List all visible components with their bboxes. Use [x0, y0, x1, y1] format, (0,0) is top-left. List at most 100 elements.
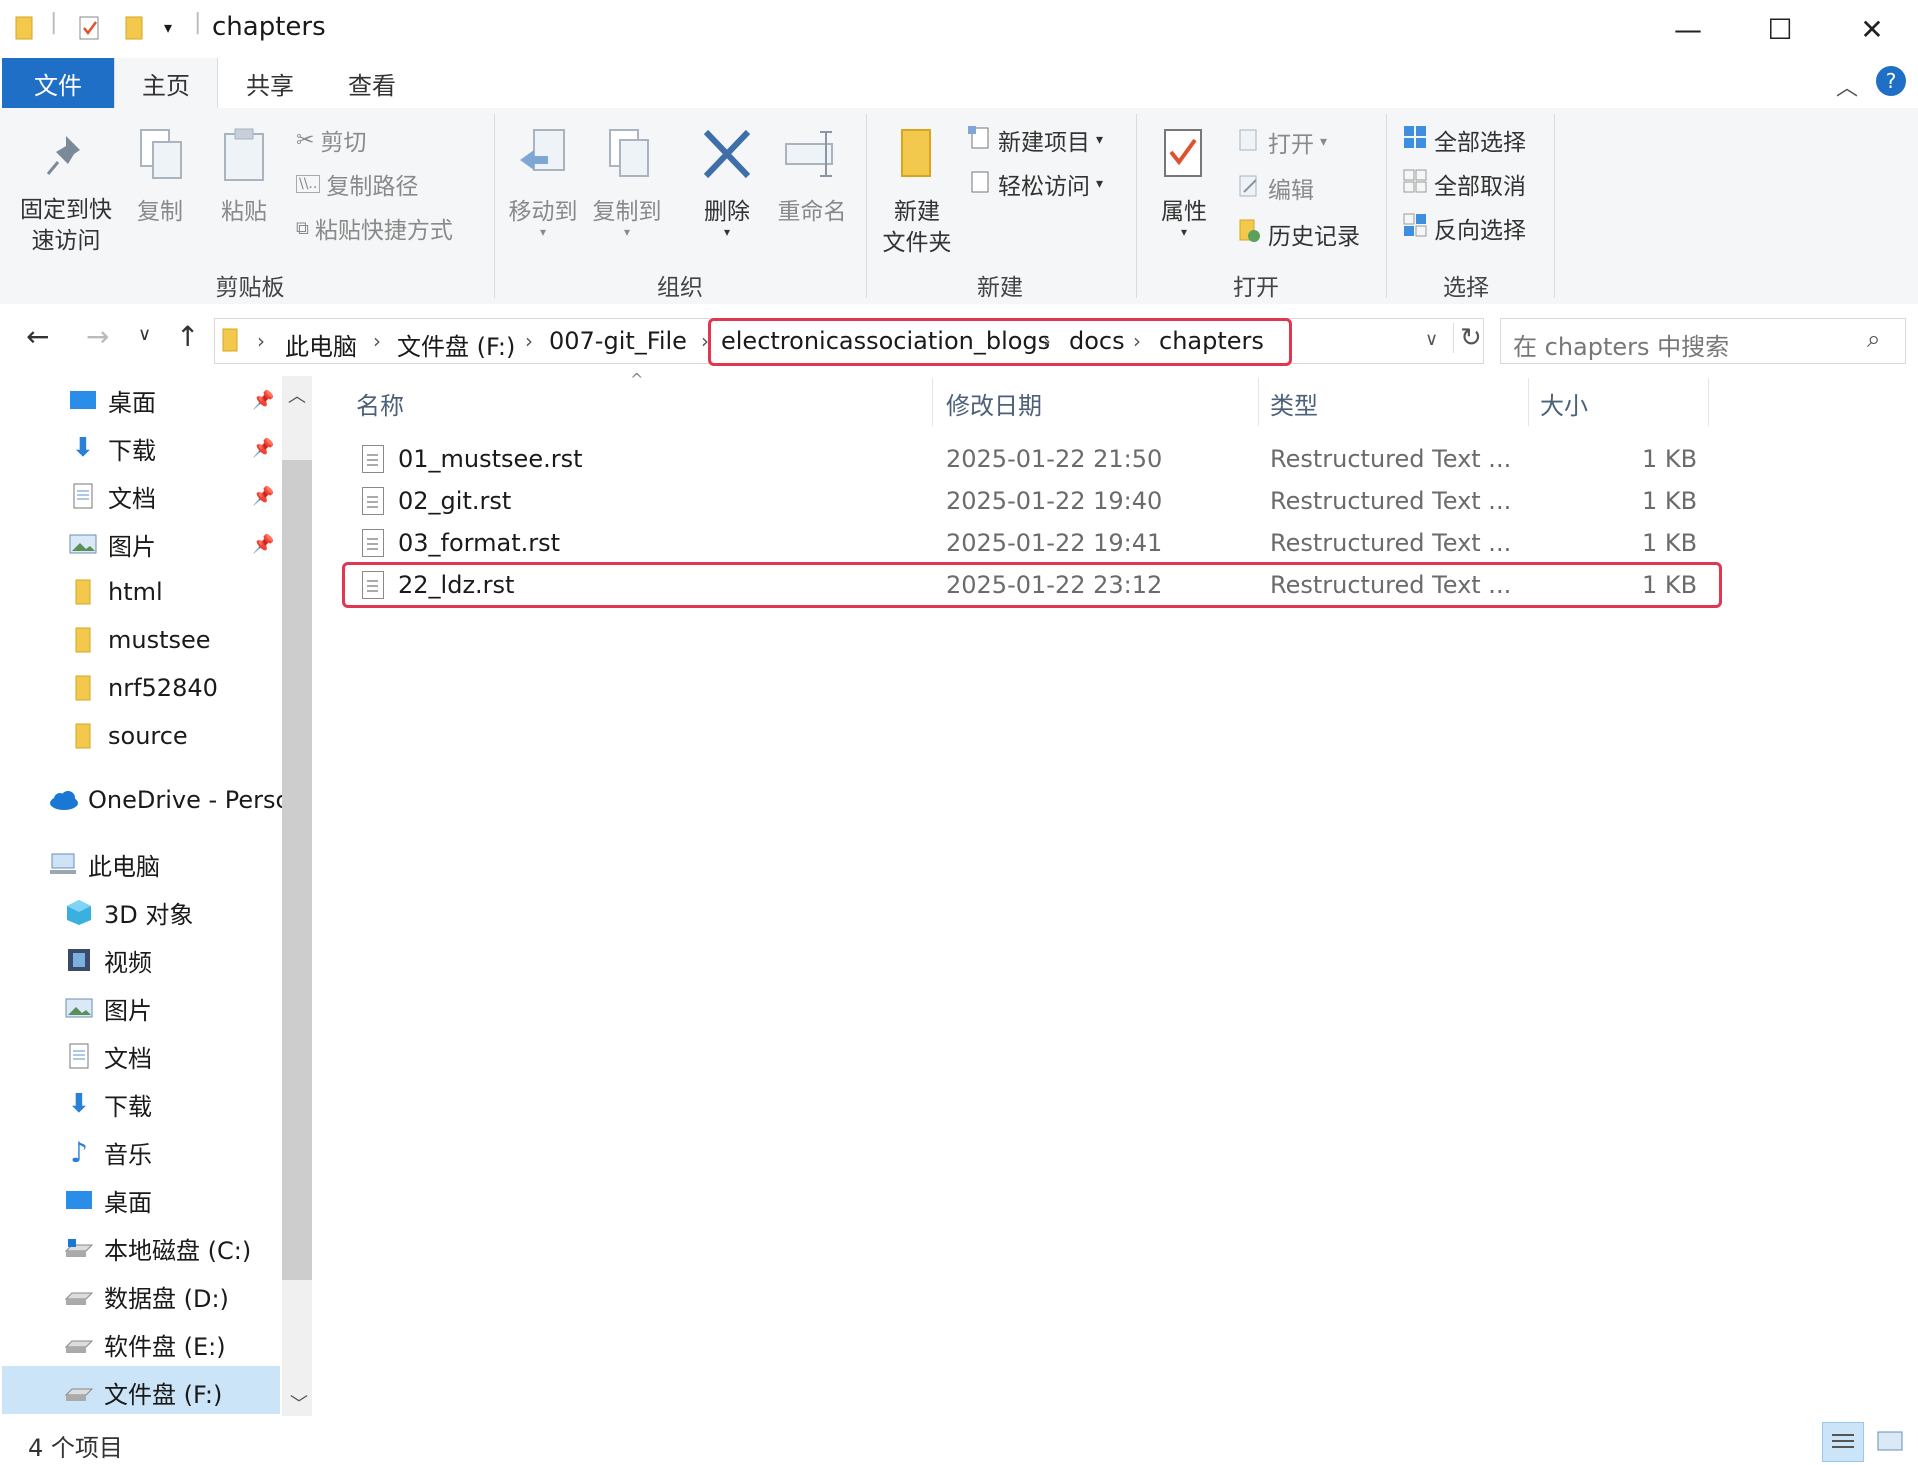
tab-share[interactable]: 共享: [220, 58, 320, 108]
sidebar-item-documents-pc[interactable]: 文档: [64, 1036, 152, 1076]
new-folder-label-line1: 新建: [894, 199, 940, 225]
sidebar-item-label: OneDrive - Persc: [88, 786, 282, 814]
scroll-down-icon[interactable]: ﹀: [290, 1390, 308, 1416]
file-row[interactable]: 03_format.rst 2025-01-22 19:41 Restructu…: [348, 523, 1710, 565]
sidebar-item-3d-objects[interactable]: 3D 对象: [64, 892, 193, 932]
close-button[interactable]: ✕: [1826, 0, 1918, 58]
file-name: 03_format.rst: [398, 529, 561, 557]
pin-icon: 📌: [252, 438, 275, 459]
help-icon[interactable]: ?: [1876, 66, 1906, 96]
maximize-button[interactable]: ☐: [1734, 0, 1826, 58]
sidebar-item-documents[interactable]: 文档: [68, 476, 156, 516]
sidebar-item-desktop[interactable]: 桌面: [68, 380, 156, 420]
tab-view[interactable]: 查看: [322, 58, 422, 108]
forward-arrow-icon[interactable]: →: [86, 320, 109, 353]
move-to-button[interactable]: 移动到 ▾: [504, 126, 582, 238]
cut-button[interactable]: ✂ 剪切: [296, 122, 366, 158]
sidebar-item-nrf52840[interactable]: nrf52840: [68, 668, 218, 708]
status-bar: 4 个项目: [0, 1416, 1918, 1465]
sidebar-item-html[interactable]: html: [68, 572, 163, 612]
copy-path-button[interactable]: \\.. 复制路径: [296, 166, 418, 202]
scroll-up-icon[interactable]: ︿: [288, 382, 306, 408]
file-row[interactable]: 02_git.rst 2025-01-22 19:40 Restructured…: [348, 481, 1710, 523]
customize-toolbar-icon[interactable]: ▾: [164, 18, 172, 37]
breadcrumb-this-pc[interactable]: 此电脑: [285, 327, 357, 362]
new-folder-quick-icon[interactable]: [124, 14, 146, 46]
chevron-right-icon[interactable]: ›: [257, 329, 265, 353]
sidebar-item-desktop-pc[interactable]: 桌面: [64, 1180, 152, 1220]
organize-group-label: 组织: [657, 275, 703, 301]
sidebar-item-drive-f[interactable]: 文件盘 (F:): [64, 1372, 222, 1412]
rename-button[interactable]: 重命名: [772, 126, 852, 228]
chevron-right-icon[interactable]: ›: [525, 329, 533, 353]
sidebar-item-label: html: [108, 578, 163, 606]
sidebar-item-drive-e[interactable]: 软件盘 (E:): [64, 1324, 226, 1364]
column-separator[interactable]: [1258, 378, 1259, 426]
navigation-bar: ← → ∨ ↑ › 此电脑 › 文件盘 (F:) › 007-git_File …: [0, 304, 1918, 376]
easy-access-button[interactable]: 轻松访问 ▾: [966, 166, 1103, 202]
file-row[interactable]: 01_mustsee.rst 2025-01-22 21:50 Restruct…: [348, 439, 1710, 481]
properties-quick-icon[interactable]: [78, 14, 102, 48]
back-arrow-icon[interactable]: ←: [26, 320, 49, 353]
column-separator[interactable]: [932, 378, 933, 426]
address-dropdown-icon[interactable]: ∨: [1425, 329, 1438, 350]
copy-button[interactable]: 复制: [128, 126, 192, 228]
select-all-button[interactable]: 全部选择: [1402, 122, 1526, 158]
paste-shortcut-button[interactable]: ⧉ 粘贴快捷方式: [296, 210, 453, 246]
sidebar-item-source[interactable]: source: [68, 716, 188, 756]
sidebar-item-drive-d[interactable]: 数据盘 (D:): [64, 1276, 229, 1316]
sidebar-item-this-pc[interactable]: 此电脑: [48, 844, 160, 884]
column-header-size[interactable]: 大小: [1540, 386, 1588, 421]
sidebar-item-onedrive[interactable]: OneDrive - Persc: [48, 780, 282, 820]
chevron-right-icon[interactable]: ›: [373, 329, 381, 353]
new-folder-button[interactable]: 新建 文件夹: [876, 126, 958, 259]
sidebar-item-mustsee[interactable]: mustsee: [68, 620, 211, 660]
paste-shortcut-icon: ⧉: [296, 217, 309, 239]
breadcrumb-git-file[interactable]: 007-git_File: [549, 327, 687, 355]
properties-button[interactable]: 属性 ▾: [1148, 126, 1220, 238]
divider: |: [194, 10, 202, 35]
details-view-icon[interactable]: [1822, 1422, 1864, 1462]
text-file-icon: [362, 487, 384, 515]
sidebar-item-downloads[interactable]: ⬇ 下载: [68, 428, 156, 468]
column-header-name[interactable]: 名称: [356, 386, 404, 421]
search-box[interactable]: 在 chapters 中搜索 ⌕: [1500, 318, 1906, 364]
tab-home[interactable]: 主页: [114, 58, 218, 109]
history-button[interactable]: 历史记录: [1236, 216, 1360, 252]
ribbon: 固定到快 速访问 复制 粘贴 ✂ 剪切 \\.. 复制路径 ⧉ 粘贴快捷方式 剪…: [0, 108, 1918, 305]
up-arrow-icon[interactable]: ↑: [176, 320, 199, 353]
copy-to-button[interactable]: 复制到 ▾: [588, 126, 666, 238]
sidebar-item-downloads-pc[interactable]: ⬇ 下载: [64, 1084, 152, 1124]
recent-locations-chevron-icon[interactable]: ∨: [138, 324, 151, 345]
large-icons-view-icon[interactable]: [1870, 1422, 1910, 1460]
edit-button[interactable]: 编辑: [1236, 170, 1314, 206]
paste-button[interactable]: 粘贴: [212, 126, 276, 228]
column-header-date[interactable]: 修改日期: [946, 386, 1042, 421]
column-header-type[interactable]: 类型: [1270, 386, 1318, 421]
sidebar-item-pictures[interactable]: 图片: [68, 524, 156, 564]
pin-quick-access-button[interactable]: 固定到快 速访问: [14, 132, 118, 257]
new-item-button[interactable]: 新建项目 ▾: [966, 122, 1103, 158]
column-separator[interactable]: [1528, 378, 1529, 426]
sidebar-item-pictures-pc[interactable]: 图片: [64, 988, 152, 1028]
sidebar-item-music[interactable]: ♪ 音乐: [64, 1132, 152, 1172]
select-none-button[interactable]: 全部取消: [1402, 166, 1526, 202]
sidebar-item-drive-c[interactable]: 本地磁盘 (C:): [64, 1228, 251, 1268]
open-button[interactable]: 打开 ▾: [1236, 124, 1327, 160]
search-input[interactable]: 在 chapters 中搜索: [1513, 327, 1729, 362]
tab-file[interactable]: 文件: [2, 58, 114, 108]
collapse-ribbon-icon[interactable]: ︿: [1836, 70, 1858, 102]
breadcrumb-drive-f[interactable]: 文件盘 (F:): [397, 327, 515, 362]
sidebar-scrollbar-thumb[interactable]: [282, 460, 312, 1280]
delete-button[interactable]: 删除 ▾: [690, 126, 764, 238]
sidebar-item-videos[interactable]: 视频: [64, 940, 152, 980]
minimize-icon: —: [1674, 12, 1702, 46]
refresh-icon[interactable]: ↻: [1453, 323, 1482, 353]
column-separator[interactable]: [1708, 378, 1709, 426]
open-group-label: 打开: [1233, 275, 1279, 301]
invert-selection-button[interactable]: 反向选择: [1402, 210, 1526, 246]
sidebar-item-label: 桌面: [108, 388, 156, 417]
search-icon[interactable]: ⌕: [1867, 325, 1880, 353]
minimize-button[interactable]: —: [1642, 0, 1734, 58]
address-highlight-box: [708, 318, 1292, 366]
